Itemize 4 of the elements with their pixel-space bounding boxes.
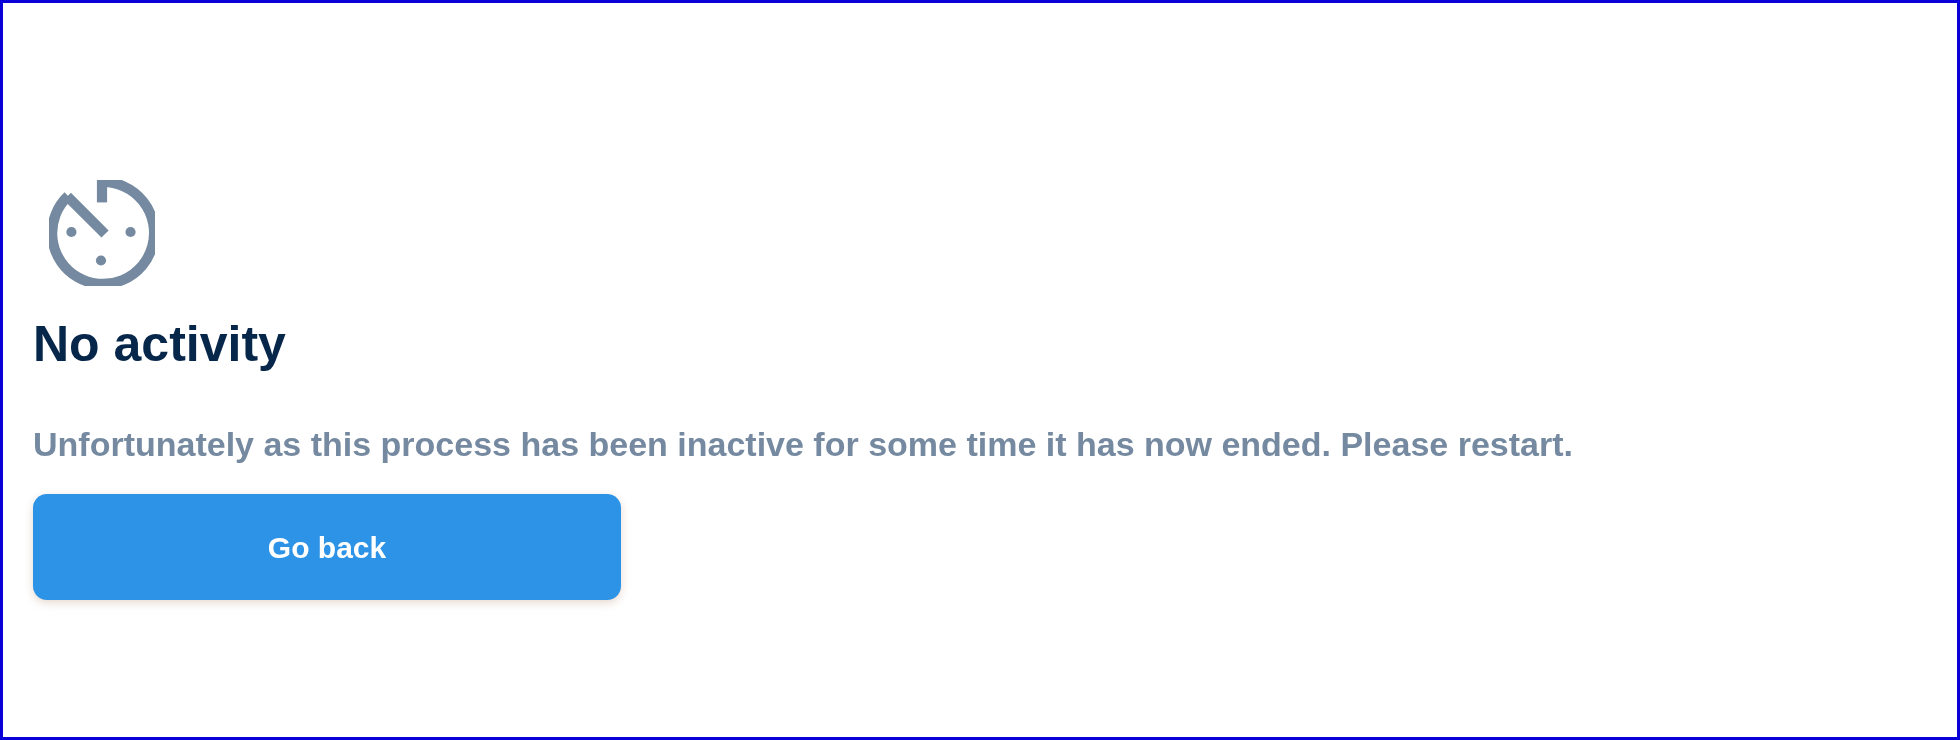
timer-icon [49,180,155,286]
message-text: Unfortunately as this process has been inactive for some time it has now ended. Please restart. [33,424,1574,465]
go-back-button[interactable]: Go back [33,494,621,600]
page-title: No activity [33,315,287,374]
